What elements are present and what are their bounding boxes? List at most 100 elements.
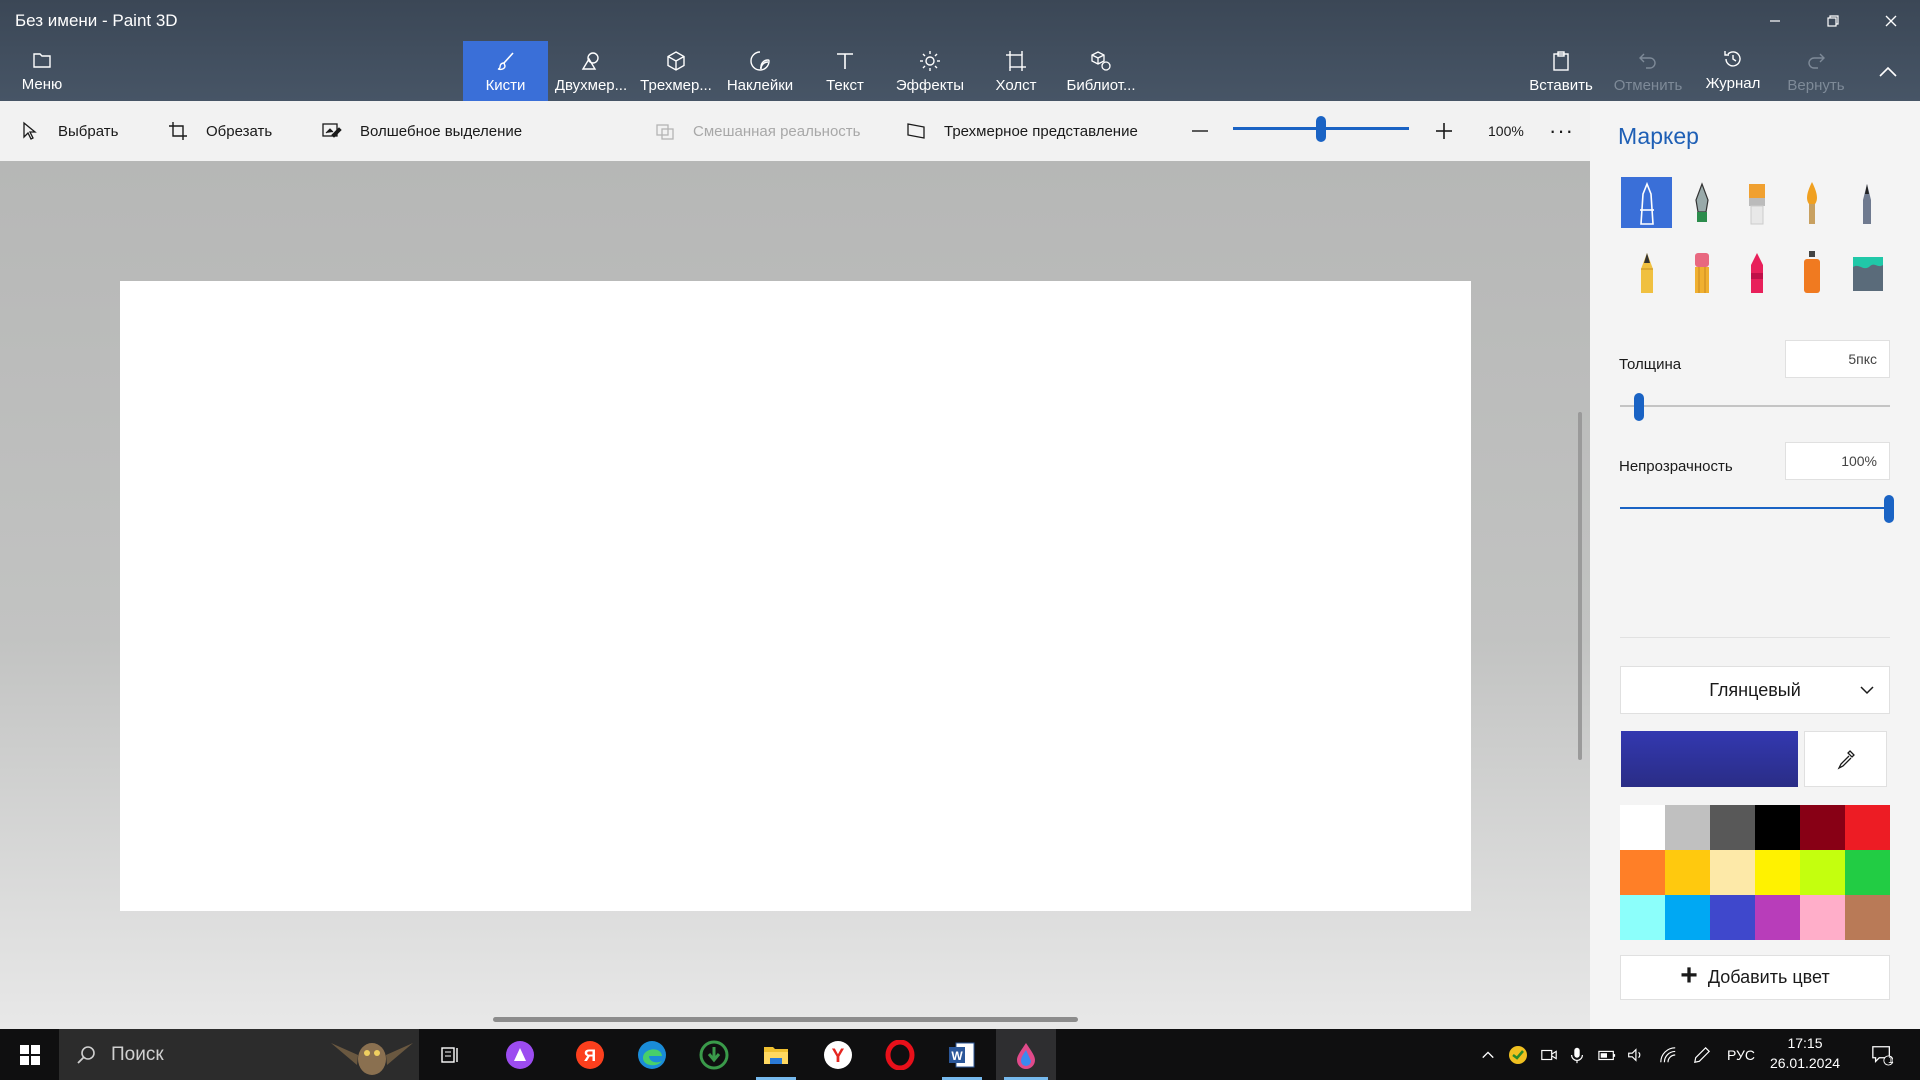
zoom-percent[interactable]: 100% [1488, 101, 1524, 161]
marker-brush[interactable] [1621, 177, 1672, 228]
pencil-brush[interactable] [1621, 246, 1672, 297]
spray-can-brush[interactable] [1786, 246, 1837, 297]
redo-button[interactable]: Вернуть [1776, 41, 1856, 101]
palette-swatch[interactable] [1755, 805, 1800, 850]
palette-swatch[interactable] [1620, 895, 1665, 940]
eyedropper-button[interactable] [1804, 731, 1887, 787]
add-color-button[interactable]: + Добавить цвет [1620, 955, 1890, 1000]
opacity-input[interactable]: 100% [1785, 442, 1890, 480]
palette-swatch[interactable] [1845, 895, 1890, 940]
finish-dropdown[interactable]: Глянцевый [1620, 666, 1890, 714]
opera-icon [885, 1039, 915, 1070]
crop-button[interactable]: Обрезать [168, 101, 272, 161]
tab-stickers[interactable]: Наклейки [720, 41, 800, 101]
tab-library[interactable]: Библиот... [1058, 41, 1144, 101]
thickness-slider-track[interactable] [1620, 405, 1890, 407]
tray-overflow-button[interactable] [1476, 1029, 1500, 1080]
taskbar-search[interactable]: Поиск [59, 1029, 419, 1080]
more-options-button[interactable]: ··· [1549, 101, 1574, 161]
tab-effects[interactable]: Эффекты [888, 41, 972, 101]
tab-3d-shapes[interactable]: Трехмер... [636, 41, 716, 101]
crayon-icon [1750, 252, 1763, 293]
tray-meet[interactable] [1536, 1029, 1562, 1080]
collapse-ribbon-button[interactable] [1860, 41, 1916, 101]
palette-swatch[interactable] [1845, 805, 1890, 850]
taskbar-alice[interactable] [492, 1029, 548, 1080]
zoom-out-button[interactable] [1190, 101, 1210, 161]
tray-microphone[interactable] [1564, 1029, 1590, 1080]
palette-swatch[interactable] [1665, 850, 1710, 895]
plus-icon [1436, 123, 1452, 139]
palette-swatch[interactable] [1800, 850, 1845, 895]
palette-swatch[interactable] [1620, 850, 1665, 895]
palette-swatch[interactable] [1665, 805, 1710, 850]
palette-swatch[interactable] [1665, 895, 1710, 940]
taskbar-word[interactable]: W [934, 1029, 990, 1080]
horizontal-scrollbar[interactable] [493, 1017, 1078, 1022]
tray-language[interactable]: РУС [1722, 1029, 1760, 1080]
history-button[interactable]: Журнал [1692, 41, 1774, 101]
view-3d-button[interactable]: Трехмерное представление [906, 101, 1138, 161]
oil-brush[interactable] [1731, 177, 1782, 228]
palette-swatch[interactable] [1710, 895, 1755, 940]
minimize-button[interactable] [1752, 4, 1798, 38]
eraser-brush[interactable] [1676, 246, 1727, 297]
taskbar-explorer[interactable] [748, 1029, 804, 1080]
close-button[interactable] [1868, 4, 1914, 38]
palette-swatch[interactable] [1800, 895, 1845, 940]
taskbar-paint3d[interactable] [996, 1029, 1056, 1080]
select-button[interactable]: Выбрать [20, 101, 118, 161]
thickness-slider-thumb[interactable] [1634, 393, 1645, 421]
start-button[interactable] [2, 1029, 58, 1080]
mixed-reality-label: Смешанная реальность [693, 122, 861, 140]
palette-swatch[interactable] [1710, 850, 1755, 895]
taskbar-yandex[interactable]: Я [562, 1029, 618, 1080]
tab-text[interactable]: Текст [805, 41, 885, 101]
zoom-in-button[interactable] [1434, 101, 1454, 161]
thickness-input[interactable]: 5пкс [1785, 340, 1890, 378]
palette-swatch[interactable] [1710, 805, 1755, 850]
palette-swatch[interactable] [1620, 805, 1665, 850]
tray-clock[interactable]: 17:15 26.01.2024 [1765, 1033, 1845, 1073]
palette-swatch[interactable] [1755, 895, 1800, 940]
palette-swatch[interactable] [1755, 850, 1800, 895]
title-bar: Без имени - Paint 3D Меню Кисти Двухмер.… [0, 0, 1920, 101]
restore-button[interactable] [1810, 4, 1856, 38]
calligraphy-pen-brush[interactable] [1676, 177, 1727, 228]
tray-network[interactable] [1654, 1029, 1682, 1080]
vertical-scrollbar[interactable] [1578, 412, 1582, 760]
magic-select-button[interactable]: Волшебное выделение [322, 101, 522, 161]
opacity-slider-thumb[interactable] [1884, 495, 1894, 523]
mixed-reality-button[interactable]: Смешанная реальность [655, 101, 860, 161]
opacity-slider-track[interactable] [1620, 507, 1890, 509]
canvas-icon [1006, 51, 1026, 71]
tab-canvas[interactable]: Холст [976, 41, 1056, 101]
notification-center-button[interactable]: 1 [1862, 1029, 1902, 1080]
menu-button[interactable]: Меню [10, 41, 74, 101]
tray-volume[interactable] [1622, 1029, 1648, 1080]
tab-2d-shapes[interactable]: Двухмер... [550, 41, 632, 101]
paint3d-icon [1017, 1042, 1035, 1069]
zoom-slider-thumb[interactable] [1316, 116, 1326, 142]
tray-pen[interactable] [1688, 1029, 1716, 1080]
palette-swatch[interactable] [1800, 805, 1845, 850]
taskbar-torrent[interactable] [686, 1029, 742, 1080]
tray-battery[interactable] [1594, 1029, 1620, 1080]
crayon-brush[interactable] [1731, 246, 1782, 297]
current-color-swatch[interactable] [1621, 731, 1798, 787]
palette-swatch[interactable] [1845, 850, 1890, 895]
drawing-canvas[interactable] [120, 281, 1471, 911]
tray-yandex-disk[interactable] [1504, 1029, 1532, 1080]
taskbar-yandex-browser[interactable]: Y [810, 1029, 866, 1080]
pixel-pen-brush[interactable] [1841, 177, 1892, 228]
watercolor-brush[interactable] [1786, 177, 1837, 228]
search-placeholder: Поиск [111, 1043, 164, 1065]
undo-button[interactable]: Отменить [1606, 41, 1690, 101]
taskbar-edge[interactable] [624, 1029, 680, 1080]
tab-brushes[interactable]: Кисти [463, 41, 548, 101]
fill-bucket-brush[interactable] [1841, 246, 1892, 297]
paste-button[interactable]: Вставить [1520, 41, 1602, 101]
taskbar-opera[interactable] [872, 1029, 928, 1080]
more-icon: ··· [1549, 118, 1574, 143]
task-view-button[interactable] [422, 1029, 478, 1080]
